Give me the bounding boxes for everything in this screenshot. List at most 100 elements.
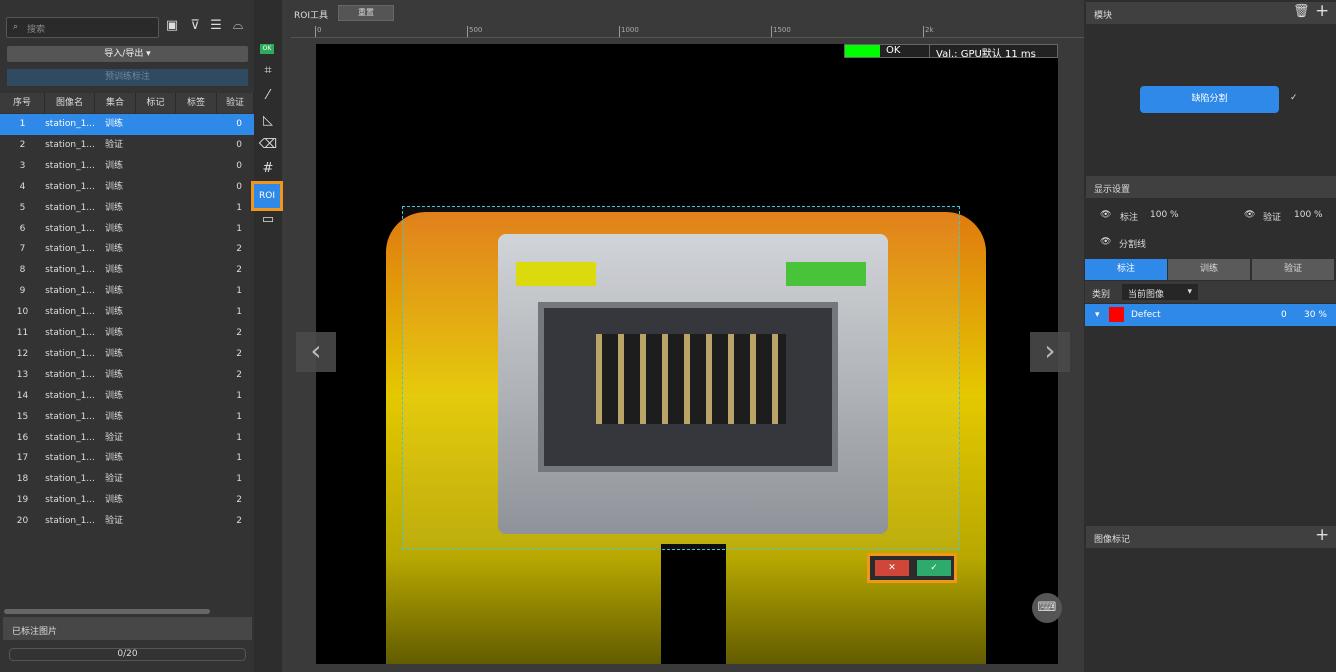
roi-selection-box[interactable] xyxy=(402,206,960,550)
add-tag-icon[interactable]: + xyxy=(1315,525,1329,545)
table-row[interactable]: 19 station_1... 训练 2 xyxy=(0,490,254,511)
row-name: station_1... xyxy=(45,160,95,171)
table-row[interactable]: 7 station_1... 训练 2 xyxy=(0,239,254,260)
row-name: station_1... xyxy=(45,495,95,506)
next-image-button[interactable]: › xyxy=(1030,332,1070,372)
row-set: 验证 xyxy=(105,432,124,443)
col-name[interactable]: 图像名 xyxy=(45,93,95,113)
list-icon[interactable]: ☰ xyxy=(207,18,225,36)
table-row[interactable]: 4 station_1... 训练 0 xyxy=(0,177,254,198)
row-no: 14 xyxy=(16,390,29,401)
row-set: 训练 xyxy=(105,286,124,297)
table-row[interactable]: 11 station_1... 训练 2 xyxy=(0,323,254,344)
table-row[interactable]: 14 station_1... 训练 1 xyxy=(0,386,254,407)
module-node-defect-segmentation[interactable]: 缺陷分割 xyxy=(1140,86,1279,113)
table-row[interactable]: 10 station_1... 训练 1 xyxy=(0,302,254,323)
class-row-defect[interactable]: ▾ Defect 0 30 % xyxy=(1085,304,1336,326)
row-valid: 0 xyxy=(236,139,242,150)
table-row[interactable]: 1 station_1... 训练 0 xyxy=(0,114,254,135)
row-set: 训练 xyxy=(105,348,124,359)
result-color xyxy=(845,45,880,57)
roi-tool-button[interactable]: ROI xyxy=(251,181,283,211)
eraser-icon[interactable]: ⌫ xyxy=(257,137,279,157)
tab-annotation[interactable]: 标注 xyxy=(1085,259,1167,280)
eye-icon[interactable]: 👁 xyxy=(1100,237,1111,247)
row-no: 3 xyxy=(19,160,26,171)
eye-icon[interactable]: 👁 xyxy=(1244,210,1255,220)
row-no: 20 xyxy=(16,516,29,527)
row-set: 训练 xyxy=(105,495,124,506)
col-valid[interactable]: 验证 xyxy=(217,93,254,113)
add-module-icon[interactable]: + xyxy=(1315,1,1329,21)
check-icon: ✓ xyxy=(1290,93,1298,103)
table-row[interactable]: 5 station_1... 训练 1 xyxy=(0,198,254,219)
col-label[interactable]: 标签 xyxy=(176,93,217,113)
table-row[interactable]: 17 station_1... 训练 1 xyxy=(0,448,254,469)
horizontal-scrollbar[interactable] xyxy=(4,609,210,614)
row-name: station_1... xyxy=(45,432,95,443)
category-select[interactable]: 当前图像 ▾ xyxy=(1122,284,1198,300)
row-no: 16 xyxy=(16,432,29,443)
class-color-swatch[interactable] xyxy=(1109,307,1124,322)
col-mark[interactable]: 标记 xyxy=(136,93,176,113)
trash-icon[interactable]: 🗑 xyxy=(1293,4,1310,19)
row-name: station_1... xyxy=(45,223,95,234)
class-opacity: 30 % xyxy=(1304,310,1327,320)
row-set: 训练 xyxy=(105,181,124,192)
table-row[interactable]: 18 station_1... 验证 1 xyxy=(0,469,254,490)
cancel-roi-button[interactable]: ✕ xyxy=(875,560,909,576)
chevron-down-icon: ▾ xyxy=(1187,287,1192,297)
validation-opacity[interactable]: 100 % xyxy=(1294,210,1323,220)
col-set[interactable]: 集合 xyxy=(95,93,136,113)
table-row[interactable]: 8 station_1... 训练 2 xyxy=(0,260,254,281)
row-no: 7 xyxy=(19,244,26,255)
row-set: 训练 xyxy=(105,265,124,276)
row-valid: 1 xyxy=(236,307,242,318)
layout-icon[interactable]: ⌓ xyxy=(229,18,247,36)
reset-button[interactable]: 重置 xyxy=(338,5,394,21)
eye-icon[interactable]: 👁 xyxy=(1100,210,1111,220)
pretrain-annotate-button[interactable]: 预训练标注 xyxy=(7,69,248,86)
magic-wand-icon[interactable]: ⁄ xyxy=(257,88,279,108)
row-no: 6 xyxy=(19,223,26,234)
table-row[interactable]: 13 station_1... 训练 2 xyxy=(0,365,254,386)
segmentation-line-label: 分割线 xyxy=(1119,240,1147,250)
annotation-opacity[interactable]: 100 % xyxy=(1150,210,1179,220)
import-export-button[interactable]: 导入/导出 ▾ xyxy=(7,46,248,62)
row-valid: 1 xyxy=(236,432,242,443)
row-set: 训练 xyxy=(105,307,124,318)
row-name: station_1... xyxy=(45,202,95,213)
image-filter-icon[interactable]: ▣ xyxy=(163,18,181,36)
row-no: 17 xyxy=(16,453,29,464)
tab-training[interactable]: 训练 xyxy=(1168,259,1250,280)
table-row[interactable]: 20 station_1... 验证 2 xyxy=(0,511,254,532)
prev-image-button[interactable]: ‹ xyxy=(296,332,336,372)
row-no: 1 xyxy=(19,119,26,129)
expand-icon[interactable]: ▾ xyxy=(1095,304,1100,326)
table-row[interactable]: 6 station_1... 训练 1 xyxy=(0,219,254,240)
grid-icon[interactable]: # xyxy=(257,161,279,181)
row-name: station_1... xyxy=(45,244,95,255)
tab-validation[interactable]: 验证 xyxy=(1252,259,1334,280)
table-row[interactable]: 15 station_1... 训练 1 xyxy=(0,407,254,428)
filter-icon[interactable]: ⊽ xyxy=(186,18,204,36)
confirm-roi-button[interactable]: ✓ xyxy=(917,560,951,576)
shape-tool-icon[interactable]: ◺ xyxy=(257,113,279,133)
table-row[interactable]: 12 station_1... 训练 2 xyxy=(0,344,254,365)
col-no[interactable]: 序号 xyxy=(0,93,45,113)
row-name: station_1... xyxy=(45,474,95,485)
row-set: 训练 xyxy=(105,390,124,401)
keyboard-icon[interactable]: ⌨ xyxy=(1032,593,1062,623)
table-row[interactable]: 2 station_1... 验证 0 xyxy=(0,135,254,156)
row-set: 训练 xyxy=(105,202,124,213)
row-valid: 1 xyxy=(236,286,242,297)
row-no: 13 xyxy=(16,369,29,380)
select-tool-icon[interactable]: ▭ xyxy=(257,212,279,232)
polygon-tool-icon[interactable]: ⌗ xyxy=(257,63,279,83)
table-row[interactable]: 9 station_1... 训练 1 xyxy=(0,281,254,302)
row-no: 18 xyxy=(16,474,29,485)
annotation-progress: 0/20 xyxy=(9,648,246,661)
table-row[interactable]: 16 station_1... 验证 1 xyxy=(0,428,254,449)
search-input[interactable]: ⌕ 搜索 xyxy=(6,17,159,38)
table-row[interactable]: 3 station_1... 训练 0 xyxy=(0,156,254,177)
